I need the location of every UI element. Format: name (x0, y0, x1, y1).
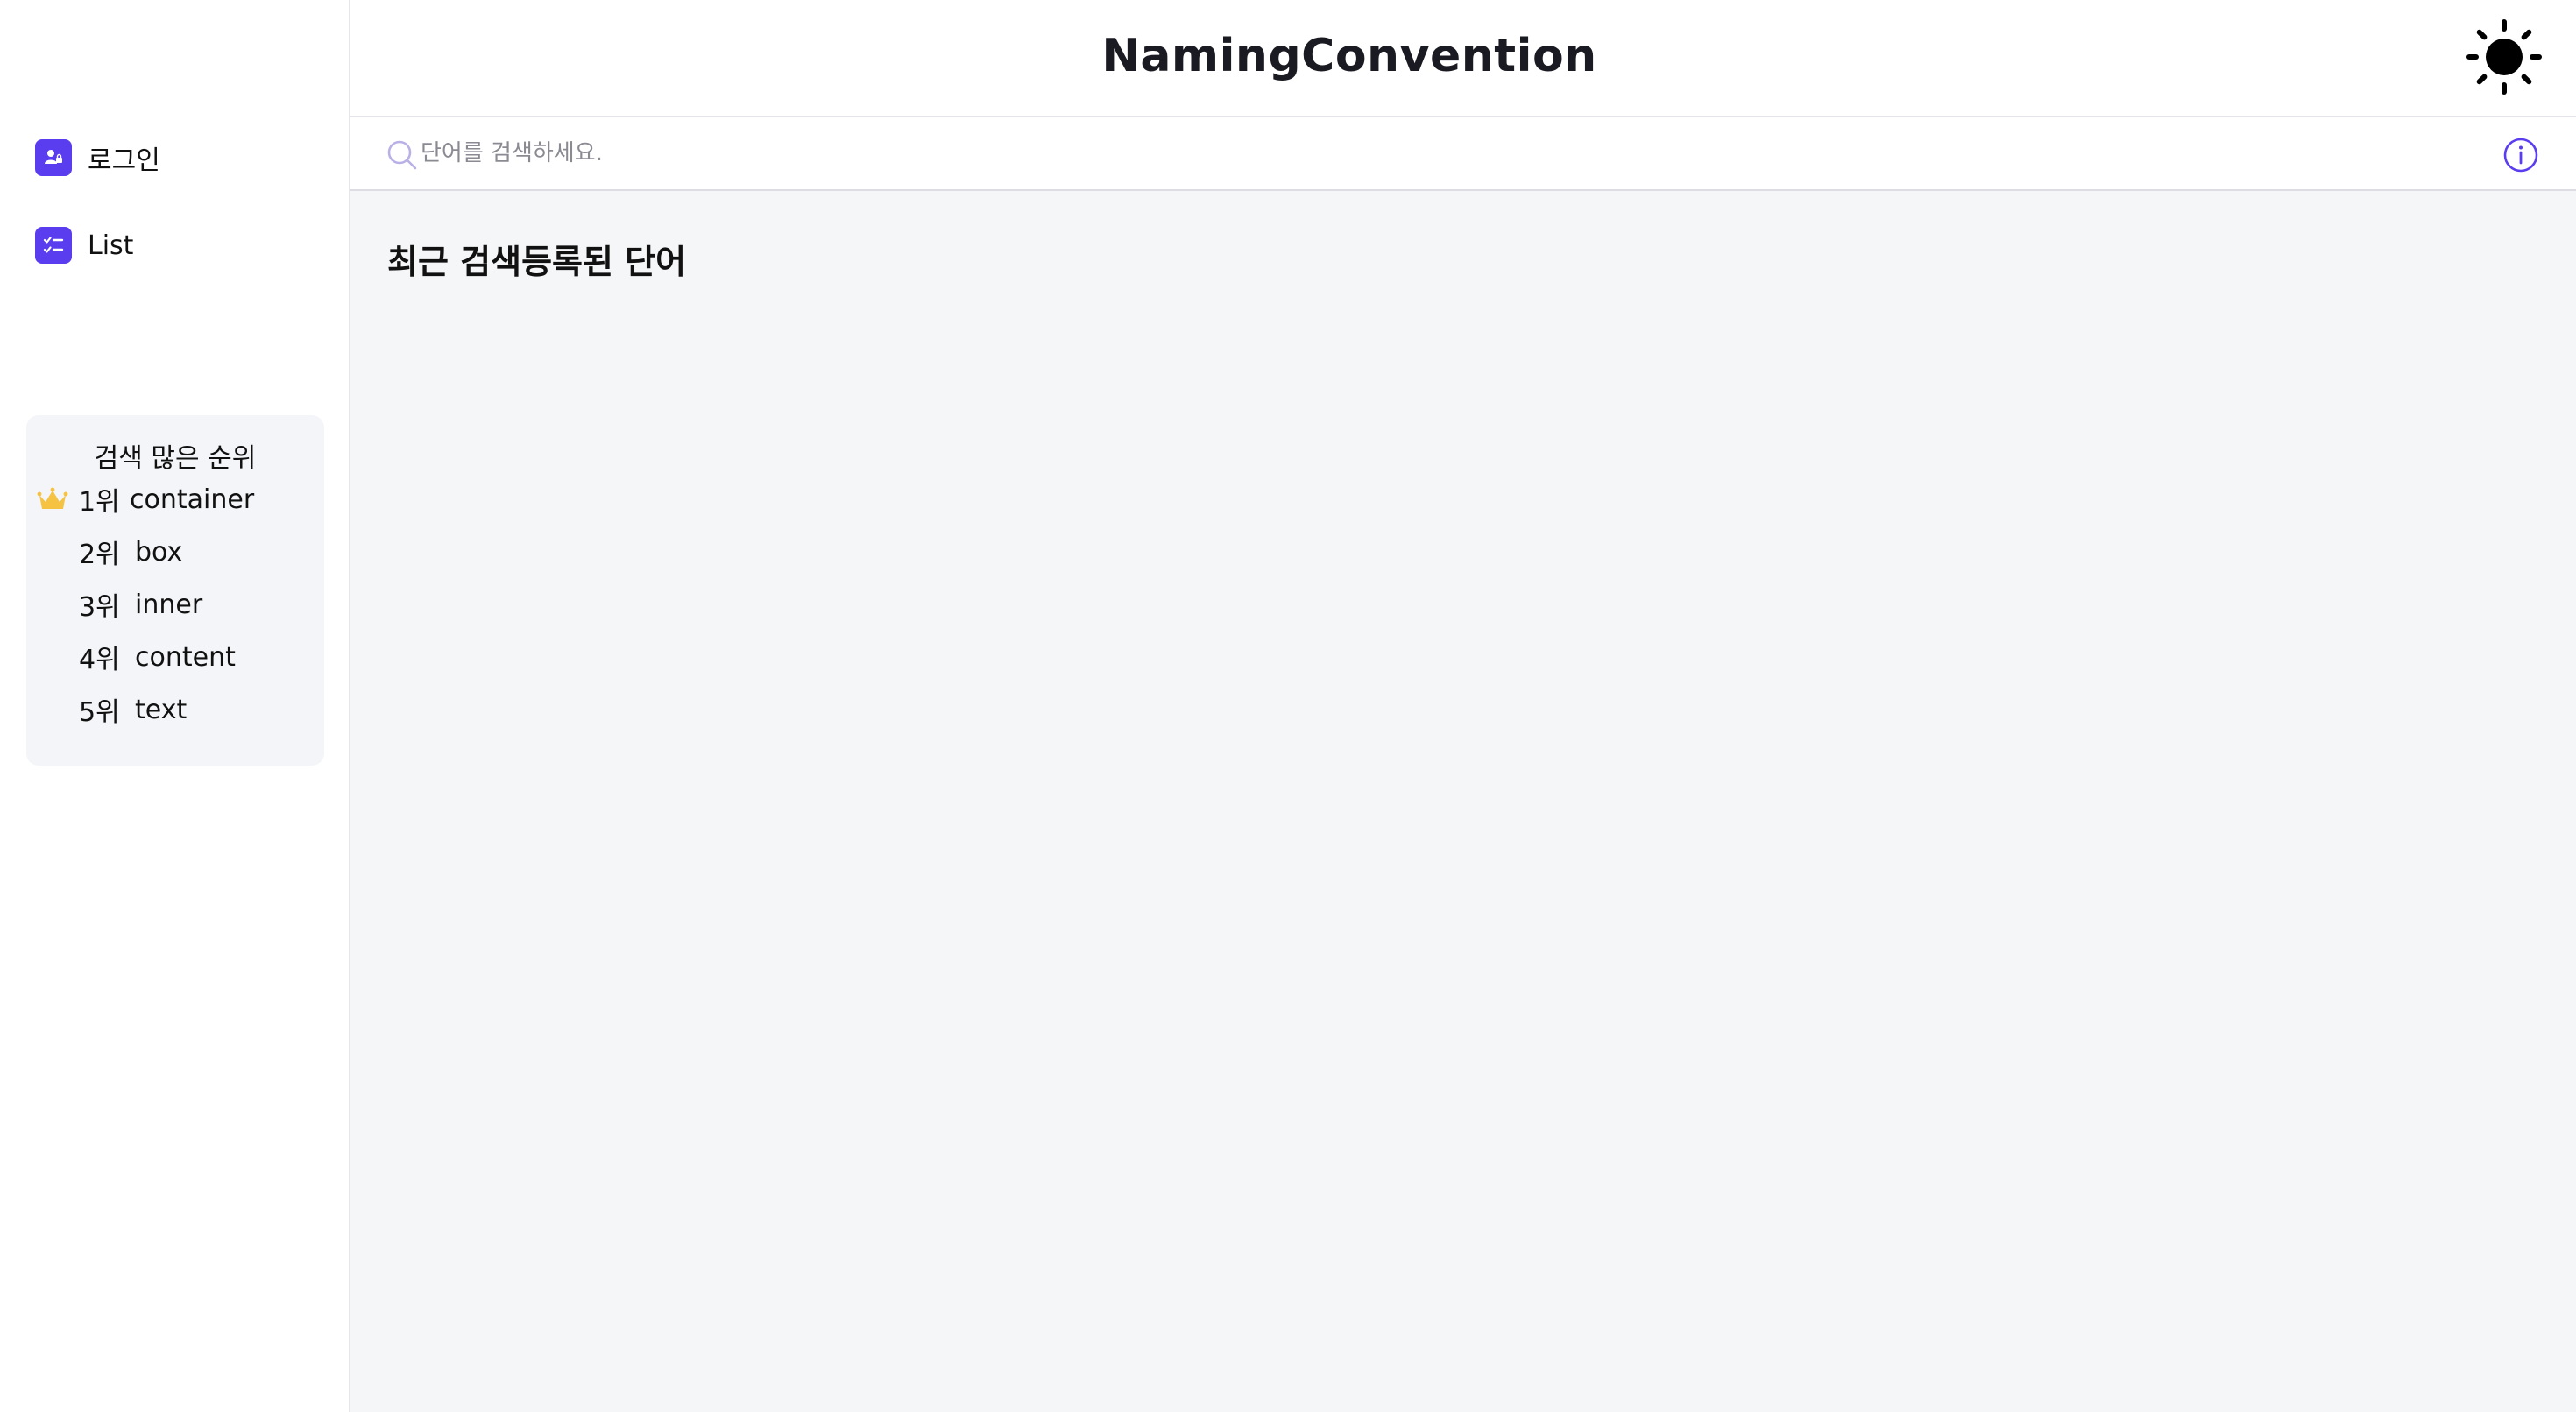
search-ranking-panel: 검색 많은 순위 1위 container 2위 box 3위 inner 4위… (26, 415, 324, 766)
ranking-number: 1위 (79, 487, 120, 518)
sun-icon (2466, 19, 2542, 95)
ranking-word: inner (135, 589, 203, 620)
theme-toggle-button[interactable] (2466, 19, 2542, 95)
top-header: NamingConvention (350, 0, 2576, 117)
main-content: 최근 검색등록된 단어 (350, 191, 2576, 1412)
sidebar: 로그인 List 검색 많은 순위 1위 container 2위 box 3위… (0, 0, 350, 1412)
sidebar-item-label: 로그인 (88, 145, 160, 176)
ranking-number: 3위 (79, 592, 120, 623)
ranking-word: container (130, 484, 255, 515)
app-title[interactable]: NamingConvention (350, 0, 2348, 112)
search-icon (387, 140, 417, 170)
ranking-word: content (135, 641, 236, 673)
info-icon[interactable] (2502, 137, 2539, 173)
app-root: 로그인 List 검색 많은 순위 1위 container 2위 box 3위… (0, 0, 2576, 1412)
ranking-word: box (135, 536, 183, 568)
search-input[interactable] (421, 130, 2436, 177)
sidebar-item-login[interactable]: 로그인 (35, 138, 160, 177)
search-bar (350, 117, 2576, 191)
recent-words-title: 최근 검색등록된 단어 (387, 243, 687, 281)
ranking-title: 검색 많은 순위 (94, 443, 257, 474)
checklist-icon (35, 227, 72, 264)
crown-icon (37, 487, 68, 509)
ranking-word: text (135, 694, 188, 725)
ranking-number: 5위 (79, 697, 120, 728)
sidebar-item-list[interactable]: List (35, 226, 133, 265)
user-icon (35, 139, 72, 176)
ranking-number: 2위 (79, 540, 120, 570)
sidebar-item-label: List (88, 229, 134, 261)
ranking-number: 4위 (79, 645, 120, 675)
